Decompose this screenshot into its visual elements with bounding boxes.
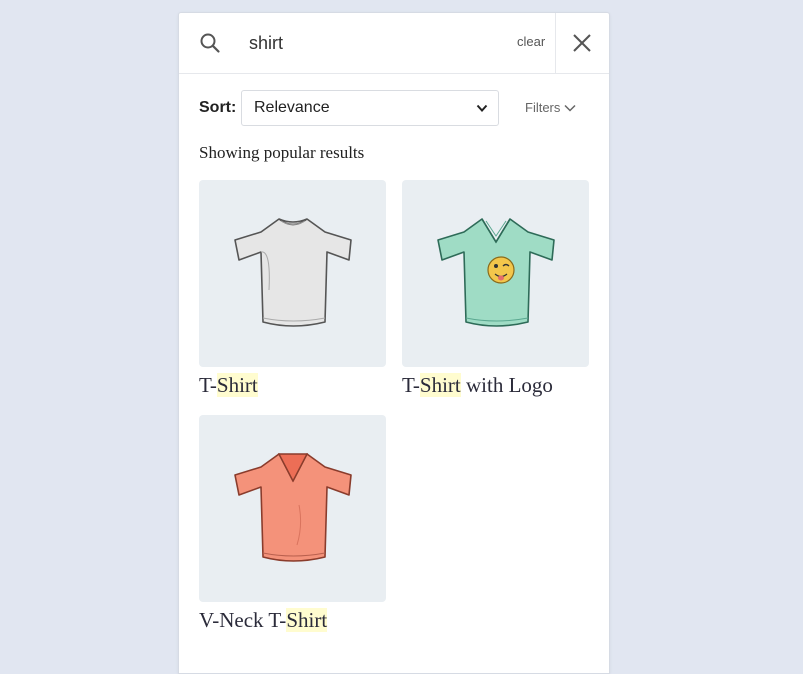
product-title[interactable]: V-Neck T-Shirt — [199, 608, 386, 633]
results-heading: Showing popular results — [199, 143, 365, 162]
close-icon — [573, 34, 591, 52]
chevron-down-icon — [564, 104, 576, 112]
title-prefix: T- — [402, 373, 420, 397]
product-card[interactable]: T-Shirt — [199, 180, 386, 398]
product-title[interactable]: T-Shirt with Logo — [402, 373, 589, 398]
grey-t-shirt-image — [234, 218, 352, 327]
title-highlight: Shirt — [419, 373, 461, 397]
close-button[interactable] — [556, 13, 609, 73]
product-image[interactable] — [199, 180, 386, 367]
chevron-down-icon — [476, 104, 488, 112]
title-highlight: Shirt — [216, 373, 258, 397]
search-panel: clear Sort: Relevance Filters Showing po… — [178, 12, 610, 674]
sort-select[interactable]: Relevance — [241, 90, 499, 126]
search-input[interactable] — [249, 29, 499, 57]
filters-label: Filters — [525, 100, 561, 115]
clear-button[interactable]: clear — [517, 34, 545, 49]
product-card[interactable]: T-Shirt with Logo — [402, 180, 589, 398]
filters-button[interactable]: Filters — [525, 100, 576, 115]
title-prefix: T- — [199, 373, 217, 397]
sort-label: Sort: — [199, 99, 237, 116]
title-suffix: with Logo — [460, 373, 553, 397]
sort-row: Sort: Relevance Filters — [199, 90, 589, 128]
product-title[interactable]: T-Shirt — [199, 373, 386, 398]
title-prefix: V-Neck T- — [199, 608, 287, 632]
product-image[interactable] — [199, 415, 386, 602]
mint-t-shirt-image — [437, 218, 555, 327]
sort-selected-value: Relevance — [254, 99, 330, 116]
search-icon — [199, 32, 221, 54]
product-image[interactable] — [402, 180, 589, 367]
coral-v-neck-shirt-image — [234, 453, 352, 562]
search-bar: clear — [179, 13, 609, 74]
title-highlight: Shirt — [286, 608, 328, 632]
product-card[interactable]: V-Neck T-Shirt — [199, 415, 386, 633]
